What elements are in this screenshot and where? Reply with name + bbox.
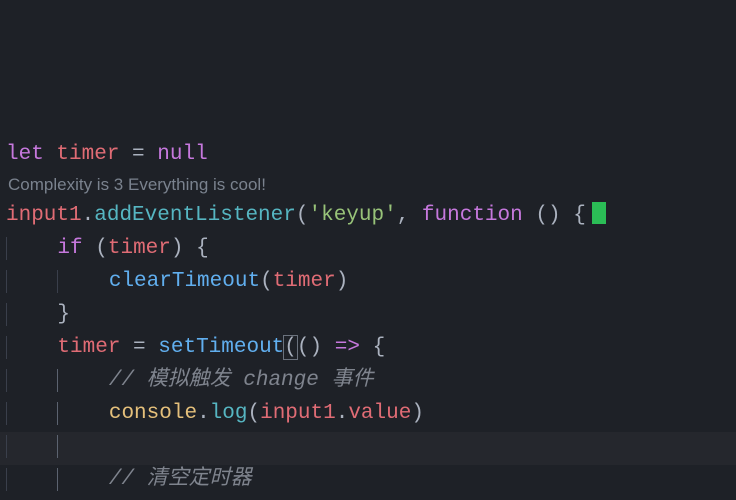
- punct-lbrace: {: [573, 204, 586, 227]
- punct-rparen: ): [336, 270, 349, 293]
- punct-lbrace: {: [373, 336, 386, 359]
- line-5: }: [6, 303, 70, 326]
- line-1: let timer = null: [6, 143, 208, 166]
- method-addEventListener: addEventListener: [94, 204, 296, 227]
- line-7: // 模拟触发 change 事件: [6, 369, 373, 392]
- line-10: // 清空定时器: [6, 468, 252, 491]
- punct-dot: .: [197, 402, 210, 425]
- punct-rbrace: }: [57, 303, 70, 326]
- punct-lparen: (: [95, 237, 108, 260]
- keyword-function: function: [422, 204, 523, 227]
- identifier-timer: timer: [108, 237, 171, 260]
- punct-rparen: ): [171, 237, 184, 260]
- inline-marker-icon: [592, 202, 606, 224]
- literal-null: null: [157, 143, 207, 166]
- punct-lparen: (: [247, 402, 260, 425]
- line-4: clearTimeout(timer): [6, 270, 348, 293]
- line-8: console.log(input1.value): [6, 402, 424, 425]
- identifier-timer: timer: [57, 336, 120, 359]
- identifier-timer: timer: [56, 143, 119, 166]
- arrow-icon: =>: [335, 336, 360, 359]
- method-log: log: [210, 402, 248, 425]
- punct-lparen: (: [297, 336, 310, 359]
- line-6: timer = setTimeout(() => {: [6, 336, 385, 359]
- punct-dot: .: [336, 402, 349, 425]
- code-editor[interactable]: let timer = null Complexity is 3 Everyth…: [0, 0, 736, 500]
- property-value: value: [348, 402, 411, 425]
- punct-lparen: (: [296, 204, 309, 227]
- identifier-input1: input1: [260, 402, 336, 425]
- line-2: input1.addEventListener('keyup', functio…: [6, 204, 606, 227]
- bracket-match-open: (: [283, 335, 298, 360]
- keyword-let: let: [6, 143, 44, 166]
- string-keyup: 'keyup': [308, 204, 396, 227]
- codelens-complexity[interactable]: Complexity is 3 Everything is cool!: [6, 171, 736, 199]
- keyword-if: if: [57, 237, 82, 260]
- punct-dot: .: [82, 204, 95, 227]
- identifier-timer: timer: [273, 270, 336, 293]
- punct-rparen: ): [411, 402, 424, 425]
- comment-clear-timer: // 清空定时器: [109, 468, 252, 491]
- identifier-console: console: [109, 402, 197, 425]
- punct-comma: ,: [397, 204, 410, 227]
- identifier-input1: input1: [6, 204, 82, 227]
- line-3: if (timer) {: [6, 237, 209, 260]
- punct-rparen: ): [310, 336, 323, 359]
- punct-lparen: (: [260, 270, 273, 293]
- punct-rparen: ): [548, 204, 561, 227]
- punct-lbrace: {: [196, 237, 209, 260]
- punct-lparen: (: [535, 204, 548, 227]
- comment-simulate-change: // 模拟触发 change 事件: [109, 369, 374, 392]
- call-clearTimeout: clearTimeout: [109, 270, 260, 293]
- operator-eq: =: [133, 336, 146, 359]
- call-setTimeout: setTimeout: [158, 336, 284, 359]
- line-9: [6, 435, 71, 458]
- operator-eq: =: [132, 143, 145, 166]
